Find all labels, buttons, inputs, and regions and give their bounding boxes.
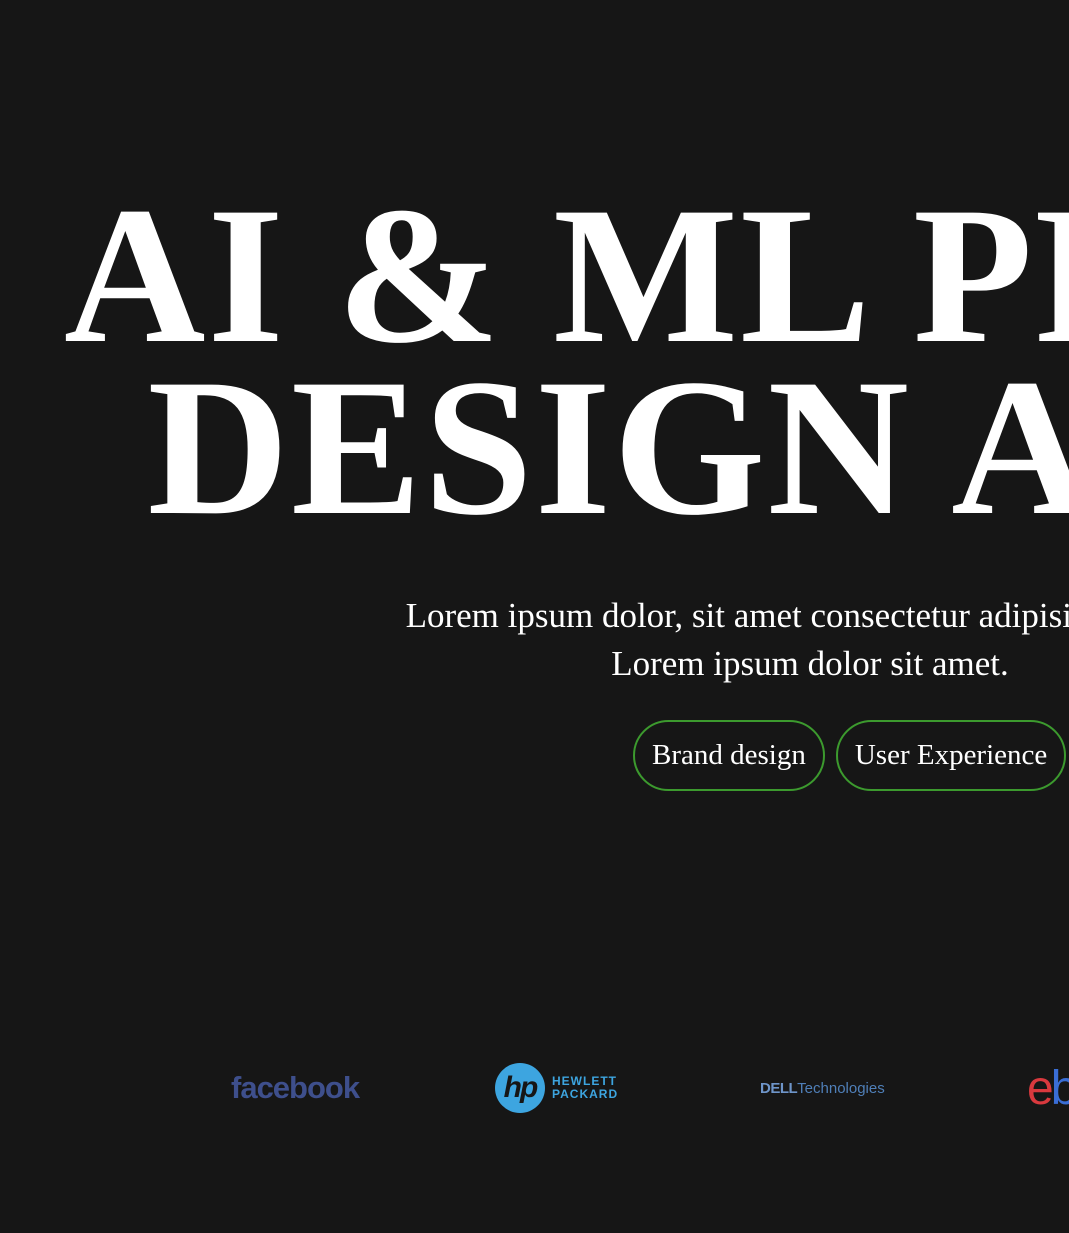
- tag-brand-design[interactable]: Brand design: [633, 720, 825, 791]
- facebook-logo: facebook: [231, 1070, 360, 1105]
- headline-line-1: AI & ML PRODUCT: [63, 167, 1069, 384]
- ebay-letter-b: b: [1050, 1061, 1069, 1115]
- hewlett-packard-logo: hp HEWLETT PACKARD: [495, 1058, 618, 1118]
- hero-section: AI & ML PRODUCT DESIGN AGENCY Lorem ipsu…: [0, 0, 1069, 1233]
- ebay-logo: eb: [1027, 1058, 1069, 1118]
- subtitle-line-2: Lorem ipsum dolor sit amet.: [611, 644, 1009, 683]
- hero-headline: AI & ML PRODUCT DESIGN AGENCY: [0, 167, 1069, 556]
- hp-wordmark: HEWLETT PACKARD: [552, 1075, 618, 1101]
- headline-line-2: DESIGN AGENCY: [147, 339, 1069, 556]
- hp-wordmark-line-2: PACKARD: [552, 1087, 619, 1101]
- hp-mark-icon: hp: [495, 1063, 545, 1113]
- dell-wordmark: DELL: [760, 1079, 798, 1097]
- hero-subtitle: Lorem ipsum dolor, sit amet consectetur …: [0, 592, 1069, 688]
- dell-technologies-logo: DELL Technologies: [760, 1058, 885, 1118]
- client-logos: facebook hp HEWLETT PACKARD DELL Technolo…: [0, 1058, 1069, 1118]
- dell-technologies-text: Technologies: [797, 1079, 885, 1097]
- ebay-letter-e: e: [1027, 1061, 1054, 1115]
- subtitle-line-1: Lorem ipsum dolor, sit amet consectetur …: [405, 596, 1069, 635]
- tag-user-experience[interactable]: User Experience: [835, 720, 1067, 791]
- service-tags: Brand design User Experience: [633, 720, 1067, 791]
